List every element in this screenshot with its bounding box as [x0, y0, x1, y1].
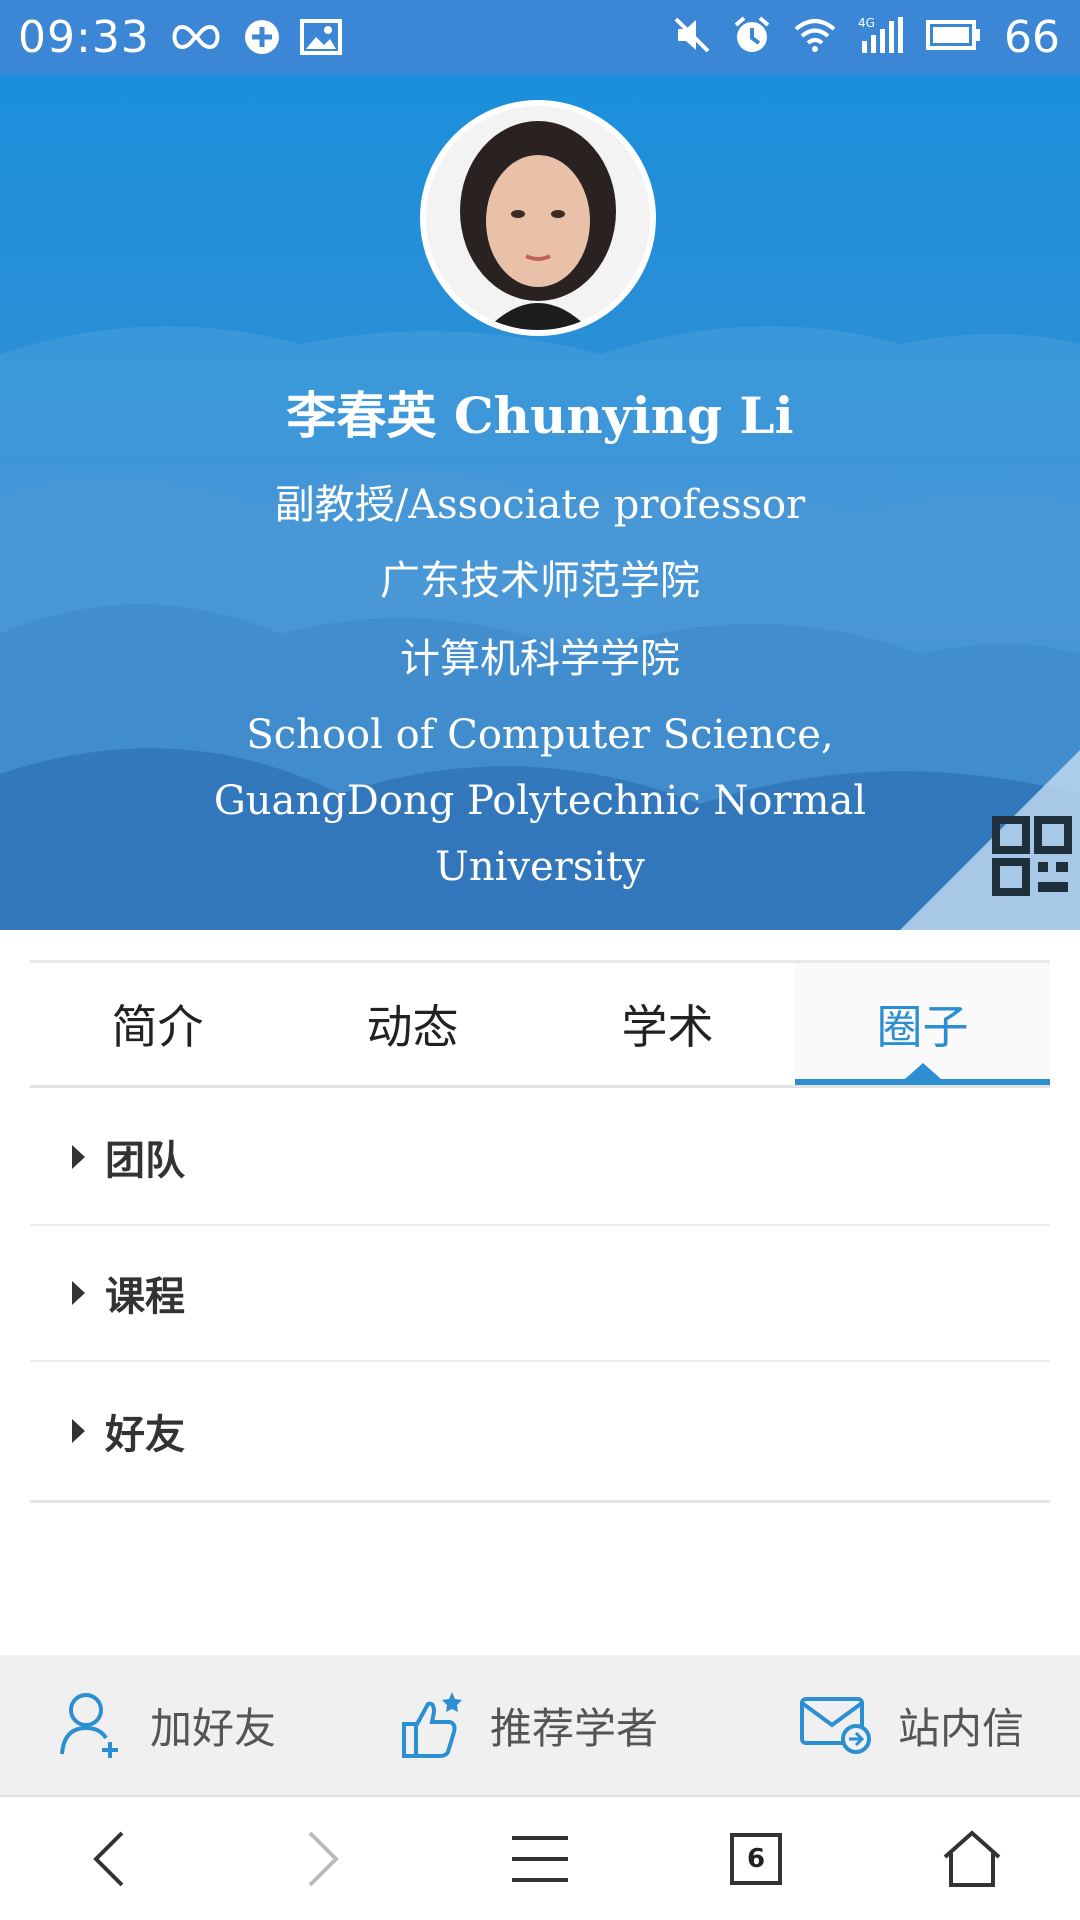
- profile-institution: 广东技术师范学院: [380, 558, 700, 604]
- action-bar: 加好友 推荐学者 站内信: [0, 1655, 1080, 1797]
- qr-code-button[interactable]: [900, 750, 1080, 930]
- status-bar: 09:33 4G 66: [0, 0, 1080, 74]
- wifi-icon: [794, 17, 836, 57]
- browser-nav-bar: 6: [0, 1797, 1080, 1920]
- section-friends[interactable]: 好友: [30, 1362, 1050, 1500]
- tabs-button[interactable]: 6: [696, 1797, 816, 1920]
- infinity-icon: [168, 7, 224, 67]
- mail-icon: [800, 1697, 871, 1754]
- battery-icon: [926, 19, 982, 55]
- sync-icon: [242, 7, 282, 67]
- tab-label: 学术: [621, 1000, 714, 1054]
- tab-academic[interactable]: 学术: [540, 963, 795, 1085]
- menu-button[interactable]: [480, 1797, 600, 1920]
- tab-label: 圈子: [876, 1000, 969, 1054]
- profile-name: 李春英 Chunying Li: [286, 386, 794, 445]
- profile-school-english: School of Computer Science, GuangDong Po…: [213, 712, 867, 890]
- alarm-icon: [732, 15, 772, 59]
- avatar[interactable]: [420, 100, 656, 336]
- tab-label: 简介: [111, 1000, 204, 1054]
- back-button[interactable]: [48, 1797, 168, 1920]
- mute-icon: [674, 15, 710, 59]
- expand-triangle-icon: [72, 1145, 85, 1169]
- tab-count-badge: 6: [730, 1832, 782, 1885]
- tab-label: 动态: [366, 1000, 459, 1054]
- home-icon: [943, 1829, 1001, 1887]
- forward-arrow-icon: [308, 1831, 339, 1886]
- recommend-label: 推荐学者: [490, 1703, 659, 1753]
- circle-sections: 团队 课程 好友: [30, 1090, 1050, 1503]
- add-user-icon: [60, 1693, 118, 1758]
- forward-button[interactable]: [264, 1797, 384, 1920]
- expand-triangle-icon: [72, 1419, 85, 1443]
- section-label: 团队: [105, 1138, 185, 1184]
- back-arrow-icon: [93, 1831, 124, 1886]
- profile-tabs: 简介 动态 学术 圈子: [30, 960, 1050, 1088]
- image-icon: [299, 7, 342, 67]
- add-friend-button[interactable]: 加好友: [60, 1655, 276, 1795]
- battery-level: 66: [1004, 11, 1060, 63]
- section-label: 好友: [105, 1412, 185, 1458]
- section-courses[interactable]: 课程: [30, 1226, 1050, 1362]
- add-friend-label: 加好友: [150, 1703, 277, 1753]
- tab-circle[interactable]: 圈子: [795, 963, 1050, 1085]
- profile-header: 李春英 Chunying Li 副教授/Associate professor …: [0, 74, 1080, 930]
- tab-intro[interactable]: 简介: [30, 963, 285, 1085]
- menu-icon: [512, 1835, 568, 1882]
- active-tab-indicator: [904, 1063, 941, 1079]
- message-label: 站内信: [898, 1703, 1025, 1753]
- tab-activity[interactable]: 动态: [285, 963, 540, 1085]
- status-time: 09:33: [18, 11, 150, 63]
- section-label: 课程: [105, 1274, 185, 1320]
- recommend-scholar-button[interactable]: 推荐学者: [400, 1655, 658, 1795]
- thumbs-up-star-icon: [402, 1692, 462, 1758]
- signal-4g-icon: 4G: [858, 15, 904, 59]
- profile-title: 副教授/Associate professor: [274, 482, 806, 528]
- section-team[interactable]: 团队: [30, 1090, 1050, 1226]
- profile-department: 计算机科学学院: [400, 636, 680, 682]
- home-button[interactable]: [912, 1797, 1032, 1920]
- expand-triangle-icon: [72, 1281, 85, 1305]
- svg-text:4G: 4G: [858, 16, 875, 30]
- message-button[interactable]: 站内信: [800, 1655, 1024, 1795]
